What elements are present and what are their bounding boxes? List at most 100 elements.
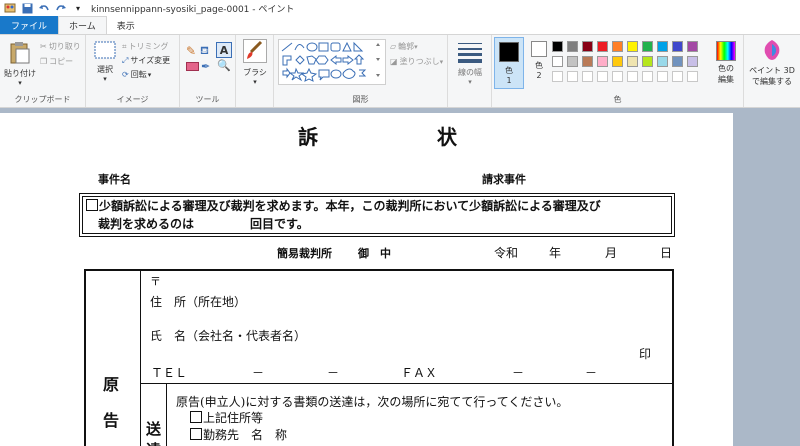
rotate-icon: ⟳ [122, 70, 129, 79]
rotate-button[interactable]: ⟳ 回転 ▾ [122, 69, 151, 80]
palette-swatch[interactable] [687, 41, 698, 52]
palette-swatch[interactable] [567, 41, 578, 52]
fax-label: ＦＡＸ [401, 366, 438, 380]
palette-swatch[interactable] [642, 56, 653, 67]
custom-color-swatch[interactable] [552, 71, 563, 82]
palette-swatch[interactable] [672, 41, 683, 52]
palette-swatch[interactable] [612, 41, 623, 52]
edit-colors-label-b: 編集 [718, 75, 734, 84]
palette-swatch[interactable] [627, 41, 638, 52]
palette-swatch[interactable] [597, 56, 608, 67]
tab-file[interactable]: ファイル [0, 16, 59, 34]
custom-color-swatch[interactable] [687, 71, 698, 82]
paint-app-icon[interactable] [3, 1, 17, 15]
option-same-address: 上記住所等 [190, 409, 263, 426]
same-address-checkbox[interactable] [190, 411, 202, 423]
custom-color-swatch[interactable] [642, 71, 653, 82]
line-width-label: 線の幅 [458, 68, 482, 77]
palette-swatch[interactable] [672, 56, 683, 67]
palette-swatch[interactable] [627, 56, 638, 67]
eraser-icon[interactable] [186, 62, 199, 71]
image-canvas[interactable]: 訴 状 事件名 請求事件 少額訴訟による審理及び裁判を求めます。本年，この裁判所… [0, 113, 733, 446]
copy-button[interactable]: ❐ コピー [40, 56, 73, 67]
shape-fill-icon: ◪ [390, 57, 398, 66]
table-left-border [84, 269, 86, 446]
color2-button[interactable]: 色 2 [526, 41, 552, 80]
save-icon[interactable] [20, 1, 34, 15]
undo-icon[interactable] [37, 1, 51, 15]
palette-swatch[interactable] [582, 41, 593, 52]
workplace-label: 勤務先 名 称 [203, 428, 288, 442]
palette-swatch[interactable] [597, 41, 608, 52]
palette-swatch[interactable] [687, 56, 698, 67]
color-wheel-icon [716, 41, 736, 61]
palette-swatch[interactable] [612, 56, 623, 67]
palette-swatch[interactable] [657, 41, 668, 52]
rotate-dropdown-icon[interactable]: ▾ [148, 71, 152, 79]
text-icon[interactable]: A [216, 42, 232, 58]
outline-icon: ▱ [390, 42, 397, 51]
color1-button[interactable]: 色 1 [494, 37, 524, 89]
redo-icon[interactable] [54, 1, 68, 15]
cut-button[interactable]: ✂ 切り取り [40, 41, 81, 52]
paint3d-icon [762, 39, 782, 63]
shapes-gallery[interactable] [278, 39, 386, 85]
pencil-icon[interactable]: ✎ [186, 44, 196, 58]
palette-swatch[interactable] [552, 41, 563, 52]
table-col-divider [140, 269, 141, 446]
table-right-border [672, 269, 674, 446]
color2-label-b: 2 [536, 71, 542, 80]
tab-view[interactable]: 表示 [107, 16, 145, 34]
paste-button[interactable]: 貼り付け ▾ [4, 41, 36, 87]
workplace-checkbox[interactable] [190, 428, 202, 440]
fill-icon[interactable]: ⛾ [200, 44, 209, 59]
palette-swatch[interactable] [567, 56, 578, 67]
magnifier-icon[interactable]: 🔍 [217, 59, 231, 72]
custom-color-swatch[interactable] [597, 71, 608, 82]
custom-color-swatch[interactable] [612, 71, 623, 82]
custom-color-swatch[interactable] [567, 71, 578, 82]
era-label: 令和 [494, 246, 519, 260]
brush-dropdown-icon[interactable]: ▾ [253, 78, 257, 86]
shape-fill-dropdown-icon[interactable]: ▾ [440, 58, 444, 66]
edit-with-paint3d-button[interactable]: ペイント 3D で編集する [746, 39, 798, 87]
shape-fill-button[interactable]: ◪ 塗りつぶし ▾ [390, 56, 443, 67]
brush-label: ブラシ [243, 68, 267, 77]
small-claims-checkbox[interactable] [86, 199, 98, 211]
address-label: 住 所（所在地） [150, 295, 247, 309]
select-button[interactable]: 選択 ▾ [92, 41, 118, 83]
palette-swatch[interactable] [642, 41, 653, 52]
custom-color-swatch[interactable] [657, 71, 668, 82]
resize-button[interactable]: ⤢ サイズ変更 [122, 55, 170, 66]
edit-colors-label-a: 色の [718, 64, 734, 73]
brush-button[interactable]: ブラシ ▾ [242, 39, 268, 86]
tab-home[interactable]: ホーム [58, 16, 107, 34]
palette-swatch[interactable] [552, 56, 563, 67]
brush-group: ブラシ ▾ [236, 35, 274, 107]
outline-dropdown-icon[interactable]: ▾ [414, 43, 418, 51]
service-label-a: 送 [146, 420, 162, 438]
table-top-border [84, 269, 674, 271]
same-address-label: 上記住所等 [203, 411, 264, 425]
edit-colors-button[interactable]: 色の 編集 [712, 41, 740, 85]
shapes-group: ▱ 輪郭 ▾ ◪ 塗りつぶし ▾ 図形 [274, 35, 448, 107]
line-width-button[interactable]: 線の幅 ▾ [454, 41, 486, 86]
customize-icon[interactable]: ▾ [71, 1, 85, 15]
paste-icon [9, 41, 31, 67]
colors-group-label: 色 [613, 95, 622, 104]
custom-color-swatch[interactable] [672, 71, 683, 82]
color-picker-icon[interactable]: ✒ [201, 60, 210, 73]
outline-button[interactable]: ▱ 輪郭 ▾ [390, 41, 418, 52]
line-width-dropdown-icon[interactable]: ▾ [468, 78, 472, 86]
custom-color-swatch[interactable] [627, 71, 638, 82]
custom-color-swatch[interactable] [582, 71, 593, 82]
crop-label: トリミング [128, 42, 169, 51]
paste-dropdown-icon[interactable]: ▾ [18, 79, 22, 87]
select-dropdown-icon[interactable]: ▾ [103, 75, 107, 83]
brush-icon [243, 39, 267, 65]
palette-swatch[interactable] [582, 56, 593, 67]
canvas-area[interactable]: 訴 状 事件名 請求事件 少額訴訟による審理及び裁判を求めます。本年，この裁判所… [0, 108, 800, 446]
crop-button[interactable]: ⌗ トリミング [122, 41, 169, 52]
palette-swatch[interactable] [657, 56, 668, 67]
tools-group: ✎ ⛾ A ✒ 🔍 ツール [180, 35, 236, 107]
